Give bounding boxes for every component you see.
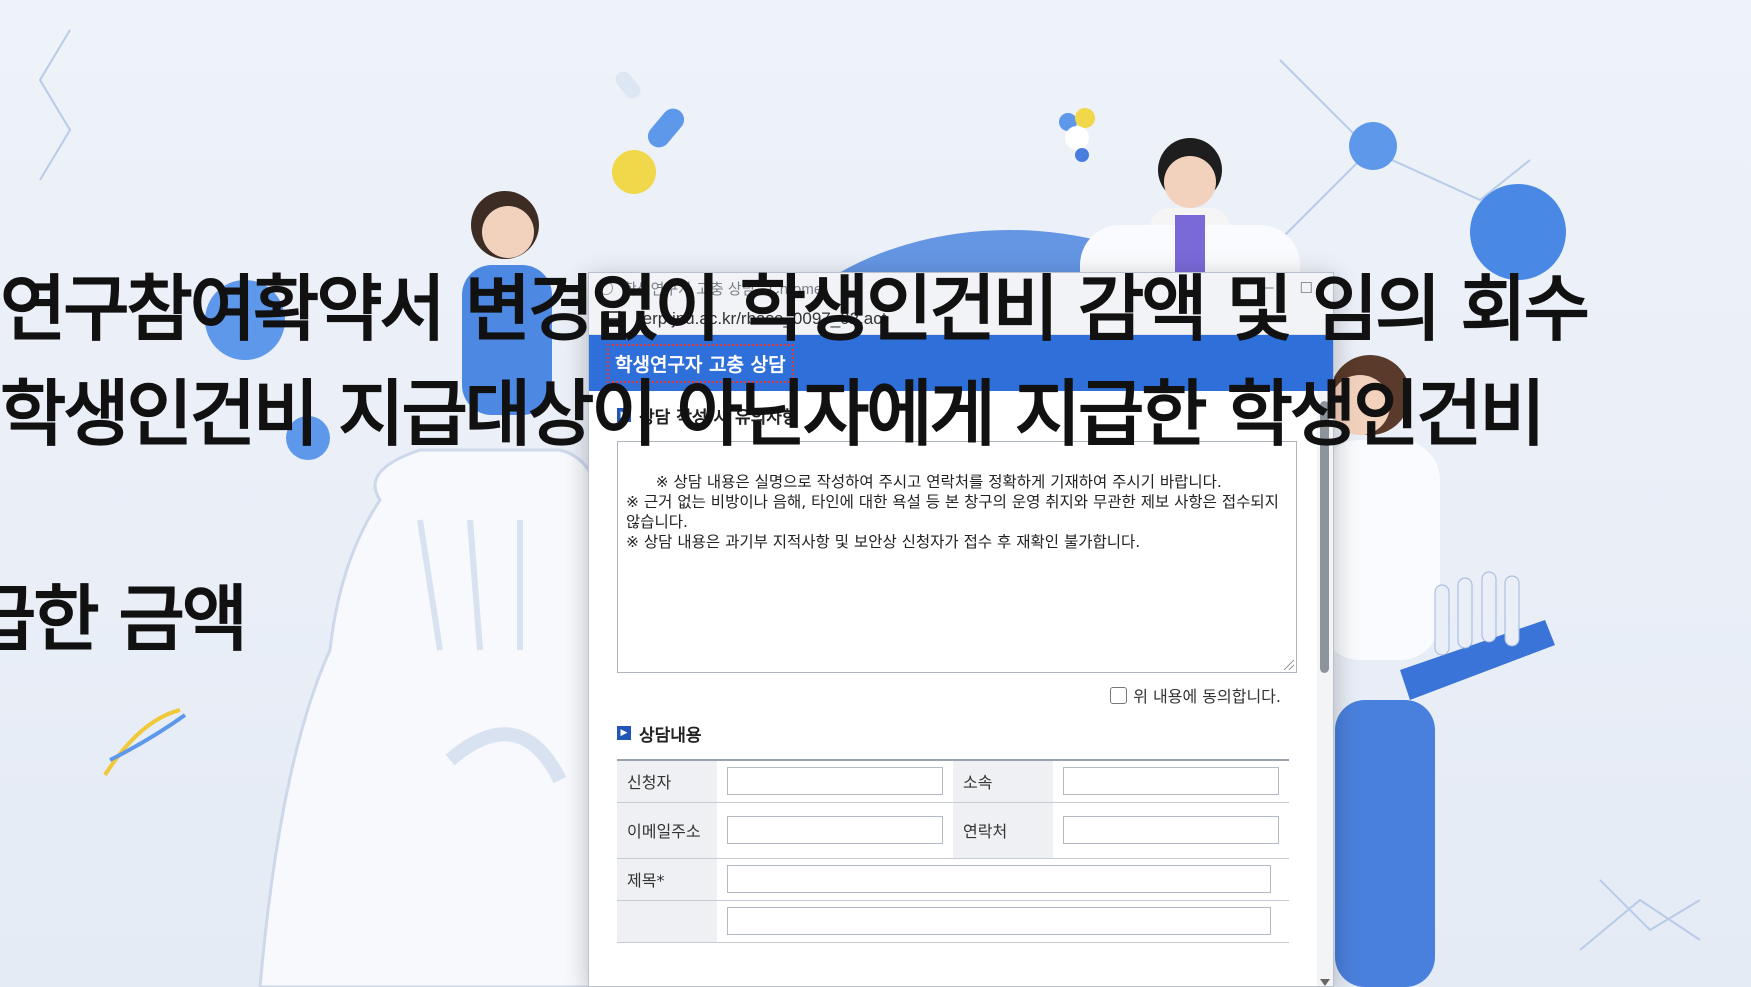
affiliation-label: 소속: [953, 759, 1053, 803]
applicant-input[interactable]: [727, 767, 943, 796]
subject-label: 제목*: [617, 858, 717, 901]
agree-row: 위 내용에 동의합니다.: [617, 683, 1291, 707]
form-row: 이메일주소 연락처: [617, 802, 1289, 859]
overlay-text-line1: 연구참여확약서 변경없이 학생인건비 감액 및 임의 회수: [0, 267, 1590, 351]
form-section-label: 상담내용: [639, 725, 702, 746]
email-input[interactable]: [727, 816, 943, 844]
applicant-label: 신청자: [617, 759, 717, 803]
overlay-text-line3: 급한 금액: [0, 577, 248, 661]
popup-content: ▶ 상담 작성 시 유의사항 ※ 상담 내용은 실명으로 작성하여 주시고 연락…: [589, 391, 1319, 986]
email-label: 이메일주소: [617, 802, 717, 859]
notice-textarea[interactable]: ※ 상담 내용은 실명으로 작성하여 주시고 연락처를 정확하게 기재하여 주시…: [617, 441, 1297, 673]
popup-scrollbar[interactable]: [1317, 391, 1333, 986]
overlay-text-line2: 학생인건비 지급대상이 아닌자에게 지급한 학생인건비: [0, 372, 1546, 456]
form-row: 신청자 소속: [617, 759, 1289, 803]
form-row: [617, 900, 1289, 943]
section-arrow-icon: ▶: [617, 726, 631, 740]
subject-input[interactable]: [727, 865, 1271, 893]
phone-input[interactable]: [1063, 816, 1279, 844]
form-section-title: ▶ 상담내용: [617, 719, 1291, 747]
resize-grip-icon[interactable]: [1284, 660, 1294, 670]
next-row-input[interactable]: [727, 907, 1271, 935]
agree-label[interactable]: 위 내용에 동의합니다.: [1133, 683, 1281, 707]
notice-text: ※ 상담 내용은 실명으로 작성하여 주시고 연락처를 정확하게 기재하여 주시…: [626, 473, 1279, 551]
next-row-label: [617, 900, 717, 943]
form-row: 제목*: [617, 858, 1289, 901]
scroll-down-arrow-icon[interactable]: [1320, 979, 1330, 986]
phone-label: 연락처: [953, 802, 1053, 859]
consultation-form: 신청자 소속 이메일주소 연락처 제목*: [617, 759, 1289, 943]
agree-checkbox[interactable]: [1110, 686, 1128, 704]
affiliation-input[interactable]: [1063, 767, 1279, 796]
